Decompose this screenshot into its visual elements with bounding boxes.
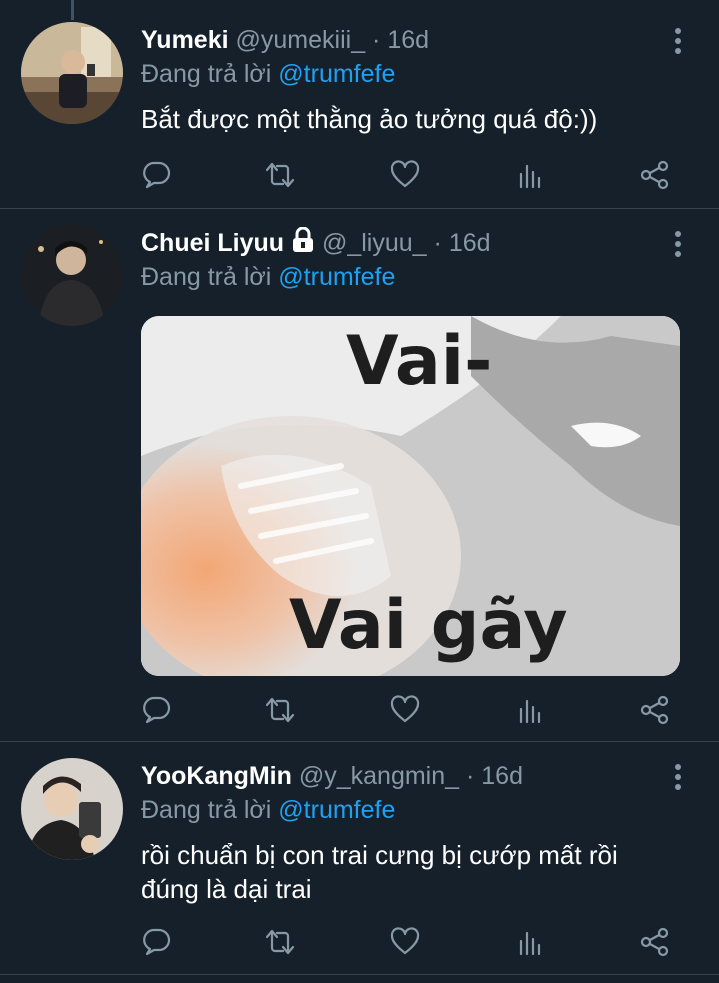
mention-link[interactable]: @trumfefe	[278, 796, 395, 824]
retweet-icon[interactable]	[260, 155, 300, 195]
tweet-media-image[interactable]: Vai- Vai gãy	[141, 316, 680, 676]
like-icon[interactable]	[385, 155, 425, 195]
reply-icon[interactable]	[136, 922, 176, 962]
replying-to: Đang trả lời @trumfefe	[141, 261, 395, 293]
avatar[interactable]	[21, 22, 123, 124]
tweet-header: YooKangMin @y_kangmin_ · 16d	[141, 760, 523, 792]
tweet-text: Bắt được một thằng ảo tưởng quá độ:))	[141, 104, 598, 134]
tweet-text-line: đúng là dại trai	[141, 874, 312, 904]
avatar[interactable]	[21, 224, 123, 326]
tweet-actions	[130, 690, 690, 730]
tweet-text-line: rồi chuẩn bị con trai cưng bị cướp mất r…	[141, 840, 618, 870]
tweet-actions	[130, 922, 690, 962]
replying-to-label: Đang trả lời	[141, 60, 272, 88]
share-icon[interactable]	[635, 155, 675, 195]
like-icon[interactable]	[385, 922, 425, 962]
retweet-icon[interactable]	[260, 922, 300, 962]
meme-caption-bottom: Vai gãy	[289, 586, 568, 665]
tweet-header: Chuei Liyuu @_liyuu_ · 16d	[141, 226, 491, 261]
tweet-actions	[130, 155, 690, 195]
mention-link[interactable]: @trumfefe	[278, 263, 395, 291]
tweet-2[interactable]: Chuei Liyuu @_liyuu_ · 16d Đang trả lời …	[0, 209, 719, 741]
separator: ·	[433, 229, 442, 257]
timestamp[interactable]: 16d	[449, 229, 491, 257]
meme-caption-top: Vai-	[346, 322, 493, 401]
display-name[interactable]: Yumeki	[141, 26, 229, 54]
divider	[0, 974, 719, 975]
display-name[interactable]: Chuei Liyuu	[141, 229, 284, 257]
replying-to: Đang trả lời @trumfefe	[141, 58, 395, 90]
replying-to-label: Đang trả lời	[141, 263, 272, 291]
retweet-icon[interactable]	[260, 690, 300, 730]
avatar[interactable]	[21, 758, 123, 860]
share-icon[interactable]	[635, 690, 675, 730]
analytics-icon[interactable]	[511, 155, 551, 195]
separator: ·	[372, 26, 381, 54]
display-name[interactable]: YooKangMin	[141, 762, 292, 790]
tweet-header: Yumeki @yumekiii_ · 16d	[141, 24, 429, 56]
separator: ·	[466, 762, 475, 790]
reply-icon[interactable]	[136, 690, 176, 730]
more-options-icon[interactable]	[668, 28, 688, 58]
username[interactable]: @_liyuu_	[322, 229, 427, 257]
timestamp[interactable]: 16d	[387, 26, 429, 54]
replying-to: Đang trả lời @trumfefe	[141, 794, 395, 826]
tweet-1[interactable]: Yumeki @yumekiii_ · 16d Đang trả lời @tr…	[0, 0, 719, 208]
timestamp[interactable]: 16d	[481, 762, 523, 790]
tweet-text: rồi chuẩn bị con trai cưng bị cướp mất r…	[141, 838, 618, 906]
more-options-icon[interactable]	[668, 231, 688, 261]
analytics-icon[interactable]	[511, 690, 551, 730]
reply-icon[interactable]	[136, 155, 176, 195]
lock-icon	[291, 226, 315, 261]
username[interactable]: @y_kangmin_	[299, 762, 459, 790]
username[interactable]: @yumekiii_	[236, 26, 366, 54]
mention-link[interactable]: @trumfefe	[278, 60, 395, 88]
analytics-icon[interactable]	[511, 922, 551, 962]
more-options-icon[interactable]	[668, 764, 688, 794]
like-icon[interactable]	[385, 690, 425, 730]
tweet-3[interactable]: YooKangMin @y_kangmin_ · 16d Đang trả lờ…	[0, 742, 719, 974]
share-icon[interactable]	[635, 922, 675, 962]
replying-to-label: Đang trả lời	[141, 796, 272, 824]
